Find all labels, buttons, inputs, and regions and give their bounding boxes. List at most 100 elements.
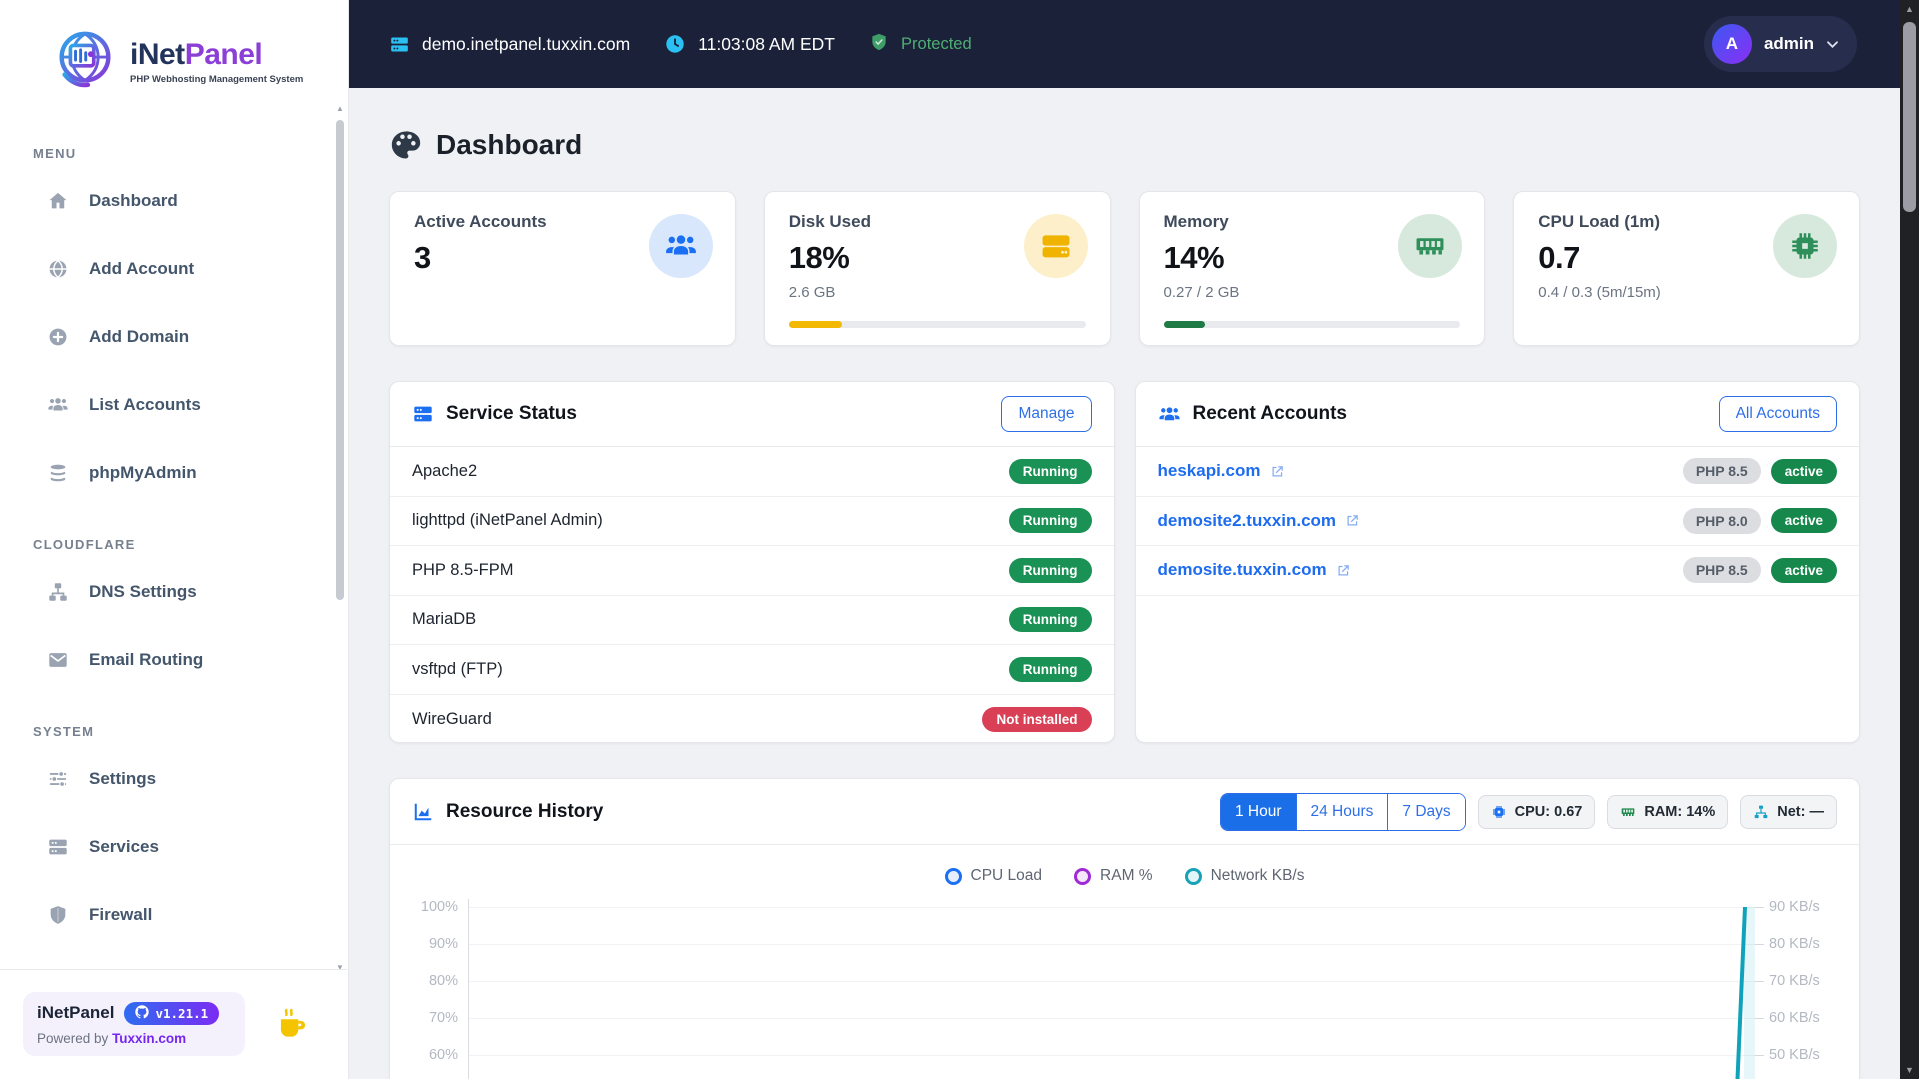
status-badge: Running xyxy=(1008,508,1092,534)
sitemap-icon xyxy=(47,581,69,603)
service-row: WireGuard Not installed xyxy=(390,695,1114,743)
sidebar-item-list-accounts[interactable]: List Accounts xyxy=(0,371,348,439)
service-status-header: Service Status Manage xyxy=(390,382,1114,447)
stat-sub: 0.27 / 2 GB xyxy=(1163,284,1240,301)
service-row: vsftpd (FTP) Running xyxy=(390,645,1114,695)
stat-sub: 0.4 / 0.3 (5m/15m) xyxy=(1538,284,1661,301)
sidebar-item-dashboard[interactable]: Dashboard xyxy=(0,167,348,235)
status-badge: Running xyxy=(1008,458,1092,484)
stat-card-cpu-load: CPU Load (1m) 0.7 0.4 / 0.3 (5m/15m) xyxy=(1513,191,1860,346)
page-scroll-up-icon[interactable]: ▲ xyxy=(1900,2,1919,16)
left-axis: 100% 90% 80% 70% 60% xyxy=(412,899,468,1079)
sidebar-scrollbar[interactable]: ▲ ▼ xyxy=(334,104,346,973)
all-accounts-button[interactable]: All Accounts xyxy=(1718,396,1837,432)
stat-sub: 2.6 GB xyxy=(788,284,836,301)
axis-tick: 50 KB/s xyxy=(1769,1047,1820,1063)
range-24-hours-button[interactable]: 24 Hours xyxy=(1295,793,1388,830)
status-badge: Running xyxy=(1008,607,1092,633)
sidebar-item-label: List Accounts xyxy=(89,395,201,414)
account-row: heskapi.com PHP 8.5 active xyxy=(1135,447,1859,497)
sidebar-section-menu: MENU xyxy=(33,146,77,161)
ram-icon xyxy=(1398,214,1463,278)
resource-history-title: Resource History xyxy=(412,801,603,823)
sidebar-item-phpmyadmin[interactable]: phpMyAdmin xyxy=(0,439,348,507)
legend-cpu-marker-icon xyxy=(944,867,962,885)
external-link-icon xyxy=(1345,513,1360,528)
server-icon xyxy=(47,836,69,858)
net-badge: Net: — xyxy=(1740,794,1837,829)
sidebar-item-services[interactable]: Services xyxy=(0,813,348,881)
shield-icon xyxy=(47,904,69,926)
chart-legend: CPU Load RAM % Network KB/s xyxy=(390,845,1859,899)
palette-icon xyxy=(389,128,423,162)
sidebar-section-system: SYSTEM xyxy=(33,724,95,739)
admin-name-label: admin xyxy=(1763,34,1814,53)
account-row: demosite.tuxxin.com PHP 8.5 active xyxy=(1135,546,1859,596)
legend-cpu-load[interactable]: CPU Load xyxy=(944,867,1042,885)
account-row: demosite2.tuxxin.com PHP 8.0 active xyxy=(1135,497,1859,546)
topbar-clock: 11:03:08 AM EDT xyxy=(664,33,835,55)
cpu-badge: CPU: 0.67 xyxy=(1477,794,1596,829)
range-selector: 1 Hour 24 Hours 7 Days xyxy=(1219,792,1466,831)
sidebar-item-label: DNS Settings xyxy=(89,582,197,601)
page-title-row: Dashboard xyxy=(389,128,1860,162)
admin-menu-button[interactable]: A admin xyxy=(1703,16,1857,72)
service-row: MariaDB Running xyxy=(390,596,1114,645)
service-status-card: Service Status Manage Apache2 Running li… xyxy=(389,381,1115,743)
sliders-icon xyxy=(47,768,69,790)
sidebar-item-email-routing[interactable]: Email Routing xyxy=(0,626,348,694)
resource-history-header: Resource History 1 Hour 24 Hours 7 Days … xyxy=(390,779,1859,845)
resource-chart: 100% 90% 80% 70% 60% 90 KB/s 80 KB/s 70 … xyxy=(390,899,1859,1079)
account-domain-link[interactable]: demosite.tuxxin.com xyxy=(1158,560,1351,580)
powered-by-link[interactable]: Tuxxin.com xyxy=(112,1031,186,1046)
stats-row: Active Accounts 3 Disk Used 18% 2.6 GB M… xyxy=(389,191,1860,346)
range-7-days-button[interactable]: 7 Days xyxy=(1387,793,1465,830)
manage-button[interactable]: Manage xyxy=(1001,396,1092,432)
sidebar-item-label: Add Domain xyxy=(89,327,190,346)
legend-network-marker-icon xyxy=(1184,867,1202,885)
recent-accounts-header: Recent Accounts All Accounts xyxy=(1135,382,1859,447)
recent-accounts-card: Recent Accounts All Accounts heskapi.com… xyxy=(1134,381,1860,743)
hostname-label: demo.inetpanel.tuxxin.com xyxy=(422,33,631,54)
ram-icon xyxy=(1620,804,1636,820)
page-scroll-down-icon[interactable]: ▼ xyxy=(1900,1063,1919,1077)
coffee-icon[interactable] xyxy=(273,1005,311,1043)
sidebar-item-firewall[interactable]: Firewall xyxy=(0,881,348,949)
sidebar-scroll-up-icon[interactable]: ▲ xyxy=(334,104,346,114)
legend-ram[interactable]: RAM % xyxy=(1074,867,1153,885)
sidebar-item-label: Add Account xyxy=(89,259,195,278)
chart-area-icon xyxy=(412,801,434,823)
axis-tick: 100% xyxy=(420,899,458,915)
service-name: lighttpd (iNetPanel Admin) xyxy=(412,511,603,530)
range-1-hour-button[interactable]: 1 Hour xyxy=(1220,793,1296,830)
version-badge[interactable]: v1.21.1 xyxy=(124,1001,220,1025)
legend-network[interactable]: Network KB/s xyxy=(1184,867,1304,885)
page-scrollbar-thumb[interactable] xyxy=(1903,22,1916,212)
sidebar-item-add-account[interactable]: Add Account xyxy=(0,235,348,303)
account-domain-link[interactable]: heskapi.com xyxy=(1158,461,1285,481)
users-icon xyxy=(47,394,69,416)
account-domain-link[interactable]: demosite2.tuxxin.com xyxy=(1158,511,1361,531)
time-label: 11:03:08 AM EDT xyxy=(698,33,836,54)
page-scrollbar[interactable]: ▲ ▼ xyxy=(1900,0,1919,1079)
plot-area xyxy=(468,899,1755,1079)
status-badge: Running xyxy=(1008,656,1092,682)
status-badge: Running xyxy=(1008,557,1092,583)
app-logo-icon xyxy=(50,25,120,100)
stat-card-active-accounts: Active Accounts 3 xyxy=(389,191,736,346)
version-label: v1.21.1 xyxy=(155,1005,209,1021)
sidebar-item-add-domain[interactable]: Add Domain xyxy=(0,303,348,371)
database-icon xyxy=(47,462,69,484)
service-name: PHP 8.5-FPM xyxy=(412,560,514,579)
users-icon xyxy=(1158,403,1181,426)
status-badge: Not installed xyxy=(982,706,1092,732)
protected-label: Protected xyxy=(901,34,972,53)
account-status-badge: active xyxy=(1770,508,1837,534)
sidebar-scrollbar-thumb[interactable] xyxy=(336,120,344,600)
sidebar-section-cloudflare: CLOUDFLARE xyxy=(33,537,136,552)
sidebar-item-settings[interactable]: Settings xyxy=(0,745,348,813)
service-name: Apache2 xyxy=(412,461,478,480)
sidebar-item-dns-settings[interactable]: DNS Settings xyxy=(0,558,348,626)
sidebar-item-label: Email Routing xyxy=(89,650,204,669)
powered-by-label: Powered by xyxy=(37,1030,109,1046)
